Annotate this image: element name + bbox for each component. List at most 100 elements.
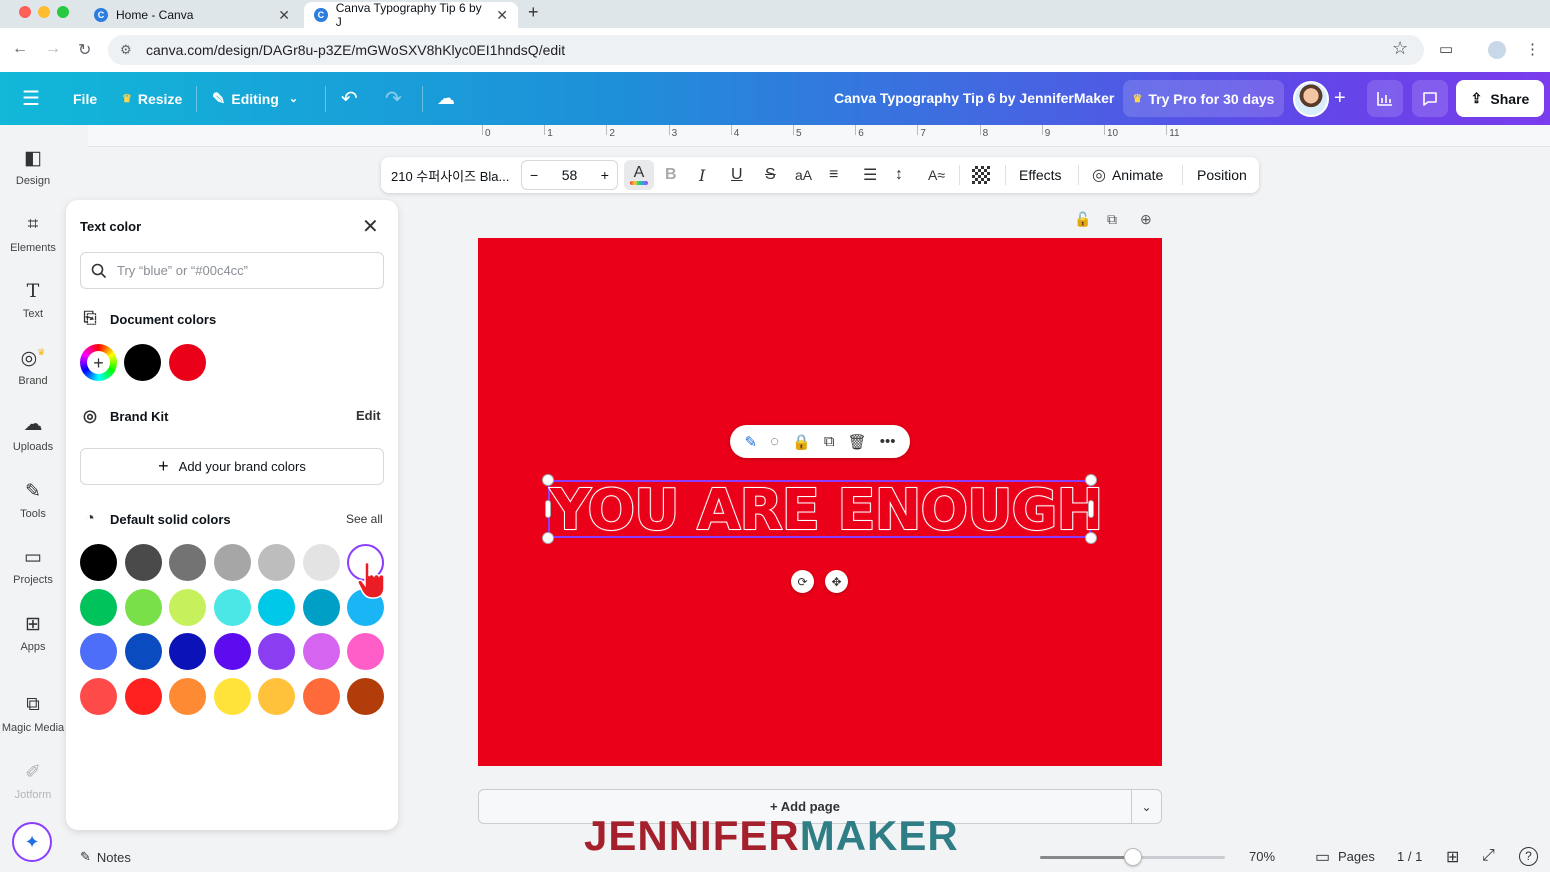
default-color-swatch[interactable] [124, 588, 162, 626]
close-icon[interactable]: ✕ [362, 214, 379, 239]
try-pro-button[interactable]: ♛ Try Pro for 30 days [1123, 80, 1284, 117]
pages-icon[interactable]: ▭ [1315, 847, 1330, 867]
default-color-swatch[interactable] [169, 544, 206, 581]
default-color-swatch[interactable] [80, 677, 117, 715]
duplicate-icon[interactable]: ⧉ [824, 433, 835, 450]
lock-icon[interactable]: 🔓 [1074, 211, 1091, 228]
bold-icon[interactable]: B [665, 157, 677, 193]
browser-tab-home[interactable]: C Home - Canva ✕ [84, 2, 300, 28]
default-color-swatch[interactable] [124, 633, 162, 670]
comment-icon[interactable] [1412, 80, 1448, 117]
insights-chart-icon[interactable] [1367, 80, 1403, 117]
delete-icon[interactable]: 🗑 [848, 433, 867, 451]
resize-button[interactable]: ♛ Resize [122, 72, 182, 125]
default-color-swatch[interactable] [124, 677, 162, 715]
rail-item-uploads[interactable]: ☁ Uploads [0, 413, 66, 453]
default-color-swatch[interactable] [80, 588, 117, 626]
default-color-swatch[interactable] [302, 544, 340, 581]
redo-icon[interactable]: ↷ [385, 72, 402, 125]
increase-size-icon[interactable]: + [601, 167, 609, 183]
site-settings-icon[interactable]: ⚙ [120, 42, 140, 58]
move-handle-icon[interactable]: ✥ [825, 570, 848, 593]
resize-handle-top-left[interactable] [542, 474, 554, 486]
font-size-value[interactable]: 58 [562, 167, 578, 183]
help-icon[interactable]: ? [1519, 847, 1538, 866]
hamburger-menu-icon[interactable]: ☰ [22, 72, 40, 125]
default-color-swatch[interactable] [258, 588, 295, 626]
rail-item-tools[interactable]: ✎ Tools [0, 480, 66, 520]
default-color-swatch[interactable] [80, 544, 117, 581]
cloud-saved-icon[interactable]: ☁ [437, 72, 455, 125]
color-search-input[interactable]: Try “blue” or “#00c4cc” [80, 252, 384, 289]
default-color-swatch[interactable] [258, 677, 295, 715]
decrease-size-icon[interactable]: − [530, 167, 538, 183]
canvas-headline-text[interactable]: YOU ARE ENOUGH [549, 477, 1104, 544]
rail-item-brand[interactable]: ◎♛ Brand [0, 347, 66, 387]
file-menu-button[interactable]: File [73, 72, 97, 125]
rail-item-text[interactable]: T Text [0, 280, 66, 320]
default-color-swatch[interactable] [302, 677, 340, 715]
user-avatar[interactable] [1293, 81, 1329, 117]
zoom-slider-knob[interactable] [1123, 848, 1142, 866]
document-color-swatch[interactable] [169, 344, 206, 381]
default-color-swatch[interactable] [347, 677, 384, 715]
font-family-dropdown[interactable]: 210 수퍼사이즈 Bla... [385, 157, 515, 193]
default-color-swatch[interactable] [169, 677, 206, 715]
profile-avatar[interactable] [1488, 41, 1506, 59]
rail-item-apps[interactable]: ⊞ Apps [0, 613, 66, 653]
close-window-button[interactable] [19, 6, 31, 18]
close-tab-icon[interactable]: ✕ [496, 7, 508, 24]
more-options-icon[interactable]: ••• [880, 433, 896, 450]
magic-assistant-button[interactable]: ✦ [12, 822, 52, 862]
position-button[interactable]: Position [1197, 157, 1247, 193]
fullscreen-icon[interactable]: ⤢ [1482, 847, 1495, 865]
default-color-swatch[interactable] [213, 677, 251, 715]
default-color-swatch[interactable] [302, 588, 340, 626]
letter-case-icon[interactable]: aA [795, 157, 812, 193]
forward-icon[interactable]: → [45, 40, 61, 58]
brand-kit-edit-link[interactable]: Edit [356, 408, 381, 423]
default-color-swatch[interactable] [169, 588, 206, 626]
align-center-icon[interactable]: ≡ [829, 157, 838, 193]
magic-edit-icon[interactable]: ✎ [745, 433, 758, 451]
default-color-swatch[interactable] [169, 633, 206, 670]
rail-item-magic-media[interactable]: ⧉ Magic Media [0, 694, 66, 734]
resize-handle-bottom-right[interactable] [1085, 532, 1097, 544]
rail-item-projects[interactable]: ▭ Projects [0, 546, 66, 586]
rotate-handle-icon[interactable]: ⟳ [791, 570, 814, 593]
strikethrough-icon[interactable]: S [765, 157, 776, 193]
rail-item-elements[interactable]: ⌗ Elements [0, 214, 66, 254]
underline-icon[interactable]: U [731, 157, 743, 193]
rail-item-jotform[interactable]: ✐ Jotform [0, 761, 66, 801]
default-color-swatch[interactable] [213, 588, 251, 626]
undo-icon[interactable]: ↶ [341, 72, 358, 125]
reload-icon[interactable]: ↻ [78, 40, 91, 60]
default-color-swatch[interactable] [258, 544, 295, 581]
default-color-swatch[interactable] [213, 544, 251, 581]
notes-button[interactable]: ✎ Notes [80, 849, 131, 865]
comment-icon[interactable]: ◌ [770, 433, 779, 450]
default-color-swatch[interactable] [80, 633, 117, 670]
design-title[interactable]: Canva Typography Tip 6 by JenniferMaker [834, 90, 1114, 106]
bookmark-star-icon[interactable]: ☆ [1392, 38, 1408, 59]
browser-tab-design[interactable]: C Canva Typography Tip 6 by J ✕ [304, 1, 518, 29]
share-button[interactable]: ⇪ Share [1456, 80, 1544, 117]
default-color-swatch[interactable] [347, 633, 384, 670]
spacing-icon[interactable]: ↕ [895, 157, 903, 193]
new-tab-icon[interactable]: + [528, 2, 539, 23]
selected-text-element[interactable]: YOU ARE ENOUGH [548, 477, 1104, 544]
back-icon[interactable]: ← [12, 40, 28, 58]
grid-view-icon[interactable]: ⊞ [1446, 847, 1459, 867]
chevron-down-icon[interactable]: ⌄ [1131, 790, 1161, 823]
resize-handle-top-right[interactable] [1085, 474, 1097, 486]
resize-handle-left[interactable] [545, 500, 551, 518]
minimize-window-button[interactable] [38, 6, 50, 18]
zoom-slider[interactable] [1040, 848, 1225, 866]
effects-button[interactable]: Effects [1019, 157, 1062, 193]
add-color-button[interactable]: + [80, 344, 117, 381]
default-color-swatch[interactable] [124, 544, 162, 581]
add-brand-colors-button[interactable]: + Add your brand colors [80, 448, 384, 485]
lock-icon[interactable]: 🔒 [792, 433, 811, 451]
animate-button[interactable]: ◎ Animate [1092, 157, 1163, 193]
add-page-icon[interactable]: ⊕ [1140, 211, 1152, 228]
